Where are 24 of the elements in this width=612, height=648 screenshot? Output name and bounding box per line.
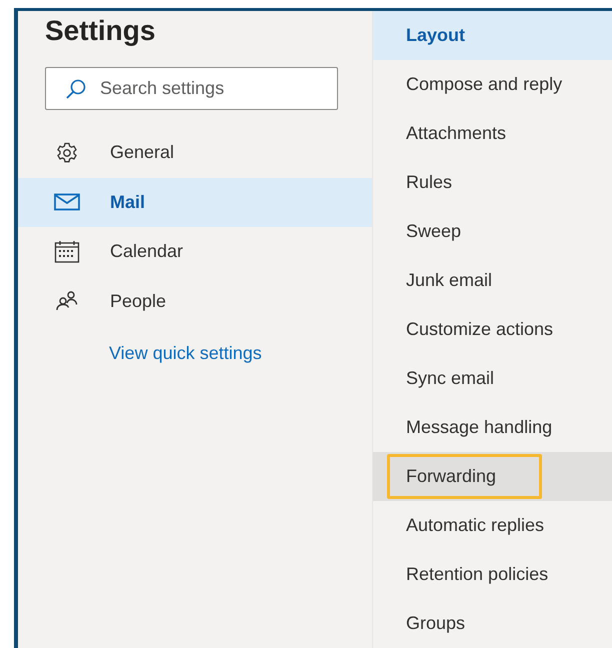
nav-item[interactable]: Calendar xyxy=(18,227,372,276)
submenu-item[interactable]: Rules xyxy=(373,158,612,207)
submenu-item[interactable]: Message handling xyxy=(373,403,612,452)
submenu-item[interactable]: Junk email xyxy=(373,256,612,305)
nav-item[interactable]: General xyxy=(18,128,372,178)
submenu-item[interactable]: Automatic replies xyxy=(373,501,612,550)
view-quick-settings-link[interactable]: View quick settings xyxy=(109,340,262,367)
submenu-item[interactable]: Layout xyxy=(373,11,612,60)
submenu-item[interactable]: Groups xyxy=(373,599,612,648)
nav-item[interactable]: Mail xyxy=(18,178,372,227)
calendar-icon xyxy=(54,240,80,264)
mail-icon xyxy=(54,193,80,212)
submenu-item[interactable]: Sweep xyxy=(373,207,612,256)
gear-icon xyxy=(55,140,79,165)
submenu-item[interactable]: Attachments xyxy=(373,109,612,158)
search-field[interactable]: Search settings xyxy=(45,67,338,110)
search-icon xyxy=(65,78,87,100)
submenu-item[interactable]: Retention policies xyxy=(373,550,612,599)
nav-item[interactable]: People xyxy=(18,276,372,326)
submenu-item[interactable]: Sync email xyxy=(373,354,612,403)
submenu-item[interactable]: Compose and reply xyxy=(373,60,612,109)
submenu-item[interactable]: Forwarding xyxy=(373,452,612,501)
submenu-item[interactable]: Customize actions xyxy=(373,305,612,354)
settings-title: Settings xyxy=(45,14,156,48)
